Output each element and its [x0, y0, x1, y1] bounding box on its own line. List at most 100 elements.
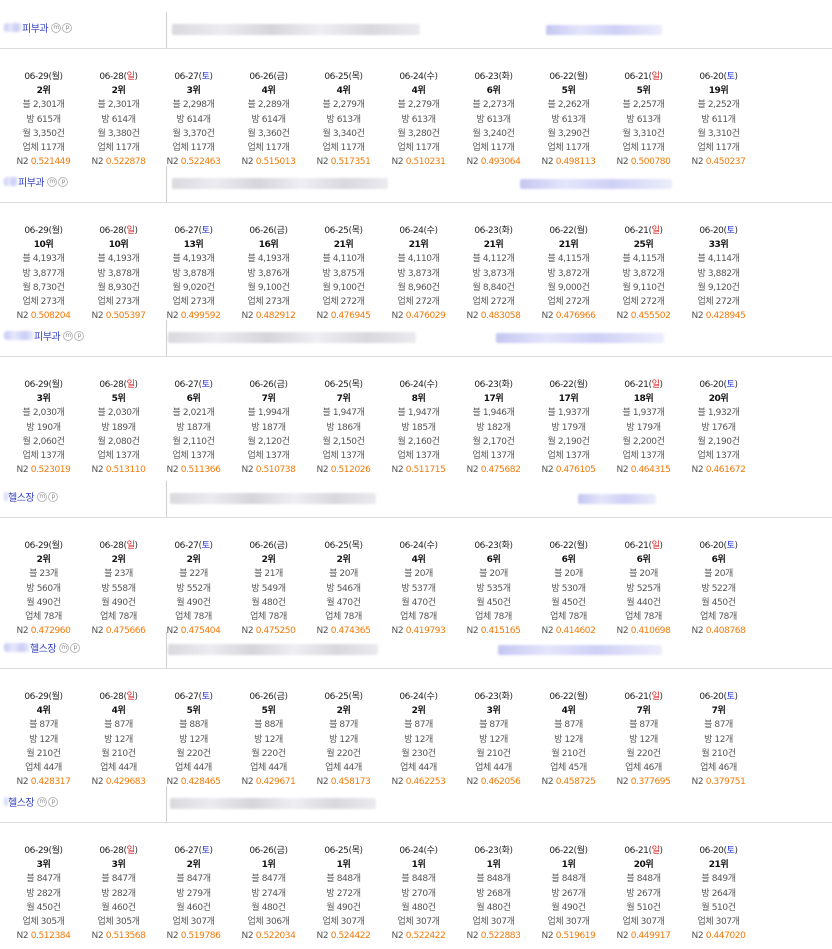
redacted-link[interactable]: [498, 645, 662, 655]
date-label: 06-29: [24, 541, 49, 551]
date-label: 06-27: [174, 692, 199, 702]
redacted-shop-name: [4, 643, 30, 652]
date-label: 06-24: [399, 380, 424, 390]
blog-count: 블 87개: [329, 720, 358, 731]
n2-label: N2: [691, 465, 704, 476]
map-icon[interactable]: m: [37, 491, 48, 502]
monthly-search: 월 210건: [101, 748, 136, 759]
shop-block: 헬스장 m p 06-29(월) 3위 블 847개 방 282개 월 450건 업체 305개…: [0, 786, 832, 943]
map-place-icons[interactable]: mp: [59, 642, 81, 653]
monthly-search: 월 210건: [476, 748, 511, 759]
business-count: 업체 272개: [697, 297, 740, 308]
business-count: 업체 307개: [472, 917, 515, 928]
blog-count: 블 87개: [629, 720, 658, 731]
date-cell: 06-21(일): [624, 846, 663, 856]
business-count: 업체 137개: [172, 451, 215, 462]
monthly-search: 월 2,120건: [247, 436, 290, 447]
day-column: 06-24(수) 4위 블 2,279개 방 613개 월 3,280건 업체 117개 N…: [381, 70, 456, 169]
weekday-label: 토: [201, 846, 210, 856]
weekday-label: 일: [126, 72, 135, 82]
n2-value: 0.475682: [480, 465, 521, 476]
blog-count: 블 1,947개: [397, 408, 440, 419]
shop-name-link[interactable]: 피부과 m p: [4, 328, 85, 343]
n2-score: N2 0.447020: [681, 929, 756, 943]
rank-value: 4위: [111, 706, 126, 717]
n2-value: 0.519786: [180, 931, 221, 942]
n2-score: N2 0.476105: [531, 463, 606, 477]
map-icon[interactable]: m: [59, 642, 70, 653]
shop-block: 헬스장 m p 06-29(월) 4위 블 87개 방 12개 월 210건 업체 44개 N2 …: [0, 632, 832, 789]
map-icon[interactable]: m: [51, 22, 62, 33]
map-icon[interactable]: m: [63, 330, 74, 341]
bang-count: 방 558개: [101, 583, 136, 594]
weekday-label: 화: [501, 380, 510, 390]
blog-count: 블 2,279개: [397, 100, 440, 111]
shop-category-label: 피부과: [18, 178, 45, 189]
map-place-icons[interactable]: mp: [47, 176, 69, 187]
bang-count: 방 613개: [551, 114, 586, 125]
map-place-icons[interactable]: mp: [37, 796, 59, 807]
rank-value: 7위: [336, 394, 351, 405]
business-count: 업체 78개: [625, 612, 662, 623]
place-icon[interactable]: p: [58, 176, 69, 187]
day-column: 06-24(수) 4위 블 20개 방 537개 월 470건 업체 78개 N2 0.41…: [381, 539, 456, 638]
shop-name-link[interactable]: 헬스장 m p: [4, 794, 59, 809]
bang-count: 방 535개: [476, 583, 511, 594]
weekday-label: 금: [276, 380, 285, 390]
date-cell: 06-28(일): [99, 380, 138, 390]
business-count: 업체 44개: [175, 763, 212, 774]
redacted-link[interactable]: [546, 25, 662, 35]
business-count: 업체 307개: [547, 917, 590, 928]
date-label: 06-27: [174, 72, 199, 82]
day-column: 06-28(일) 10위 블 4,193개 방 3,878개 월 8,930건 업체 27…: [81, 224, 156, 323]
weekday-label: 월: [51, 380, 60, 390]
shop-name-link[interactable]: 피부과 m p: [4, 174, 69, 189]
place-icon[interactable]: p: [74, 330, 85, 341]
monthly-search: 월 210건: [26, 748, 61, 759]
rank-value: 8위: [411, 394, 426, 405]
monthly-search: 월 2,150건: [322, 436, 365, 447]
rank-value: 20위: [633, 860, 654, 871]
weekday-label: 월: [576, 226, 585, 236]
shop-name-link[interactable]: 헬스장 m p: [4, 489, 59, 504]
business-count: 업체 78개: [100, 612, 137, 623]
map-place-icons[interactable]: mp: [51, 22, 73, 33]
day-column: 06-21(일) 7위 블 87개 방 12개 월 220건 업체 46개 N2 0.377…: [606, 690, 681, 789]
date-label: 06-20: [699, 541, 724, 551]
date-cell: 06-24(수): [399, 692, 438, 702]
monthly-search: 월 3,360건: [247, 128, 290, 139]
redacted-link[interactable]: [578, 494, 656, 504]
monthly-search: 월 450건: [551, 597, 586, 608]
blog-count: 블 847개: [176, 874, 211, 885]
place-icon[interactable]: p: [48, 796, 59, 807]
redacted-link[interactable]: [520, 179, 672, 189]
date-label: 06-25: [324, 692, 349, 702]
map-place-icons[interactable]: mp: [37, 491, 59, 502]
place-icon[interactable]: p: [62, 22, 73, 33]
rank-value: 17위: [558, 394, 579, 405]
shop-name-link[interactable]: 헬스장 m p: [4, 640, 81, 655]
day-column: 06-24(수) 21위 블 4,110개 방 3,873개 월 8,960건 업체 27…: [381, 224, 456, 323]
map-place-icons[interactable]: mp: [63, 330, 85, 341]
map-icon[interactable]: m: [47, 176, 58, 187]
day-column: 06-26(금) 5위 블 88개 방 12개 월 220건 업체 44개 N2 0.429…: [231, 690, 306, 789]
day-column: 06-28(일) 5위 블 2,030개 방 189개 월 2,080건 업체 137개 N…: [81, 378, 156, 477]
date-label: 06-24: [399, 226, 424, 236]
weekday-label: 금: [276, 541, 285, 551]
bang-count: 방 614개: [176, 114, 211, 125]
redacted-link[interactable]: [496, 333, 664, 343]
place-icon[interactable]: p: [48, 491, 59, 502]
place-icon[interactable]: p: [70, 642, 81, 653]
redacted-shop-name: [4, 177, 18, 186]
shop-name-link[interactable]: 피부과 m p: [4, 20, 73, 35]
day-column: 06-21(일) 18위 블 1,937개 방 179개 월 2,200건 업체 137개…: [606, 378, 681, 477]
bang-count: 방 560개: [26, 583, 61, 594]
weekday-label: 일: [651, 380, 660, 390]
day-column: 06-26(금) 1위 블 847개 방 274개 월 480건 업체 306개 N2 0.…: [231, 844, 306, 943]
monthly-search: 월 210건: [551, 748, 586, 759]
monthly-search: 월 480건: [401, 902, 436, 913]
date-label: 06-20: [699, 72, 724, 82]
date-cell: 06-28(일): [99, 541, 138, 551]
map-icon[interactable]: m: [37, 796, 48, 807]
bang-count: 방 3,878개: [97, 268, 140, 279]
